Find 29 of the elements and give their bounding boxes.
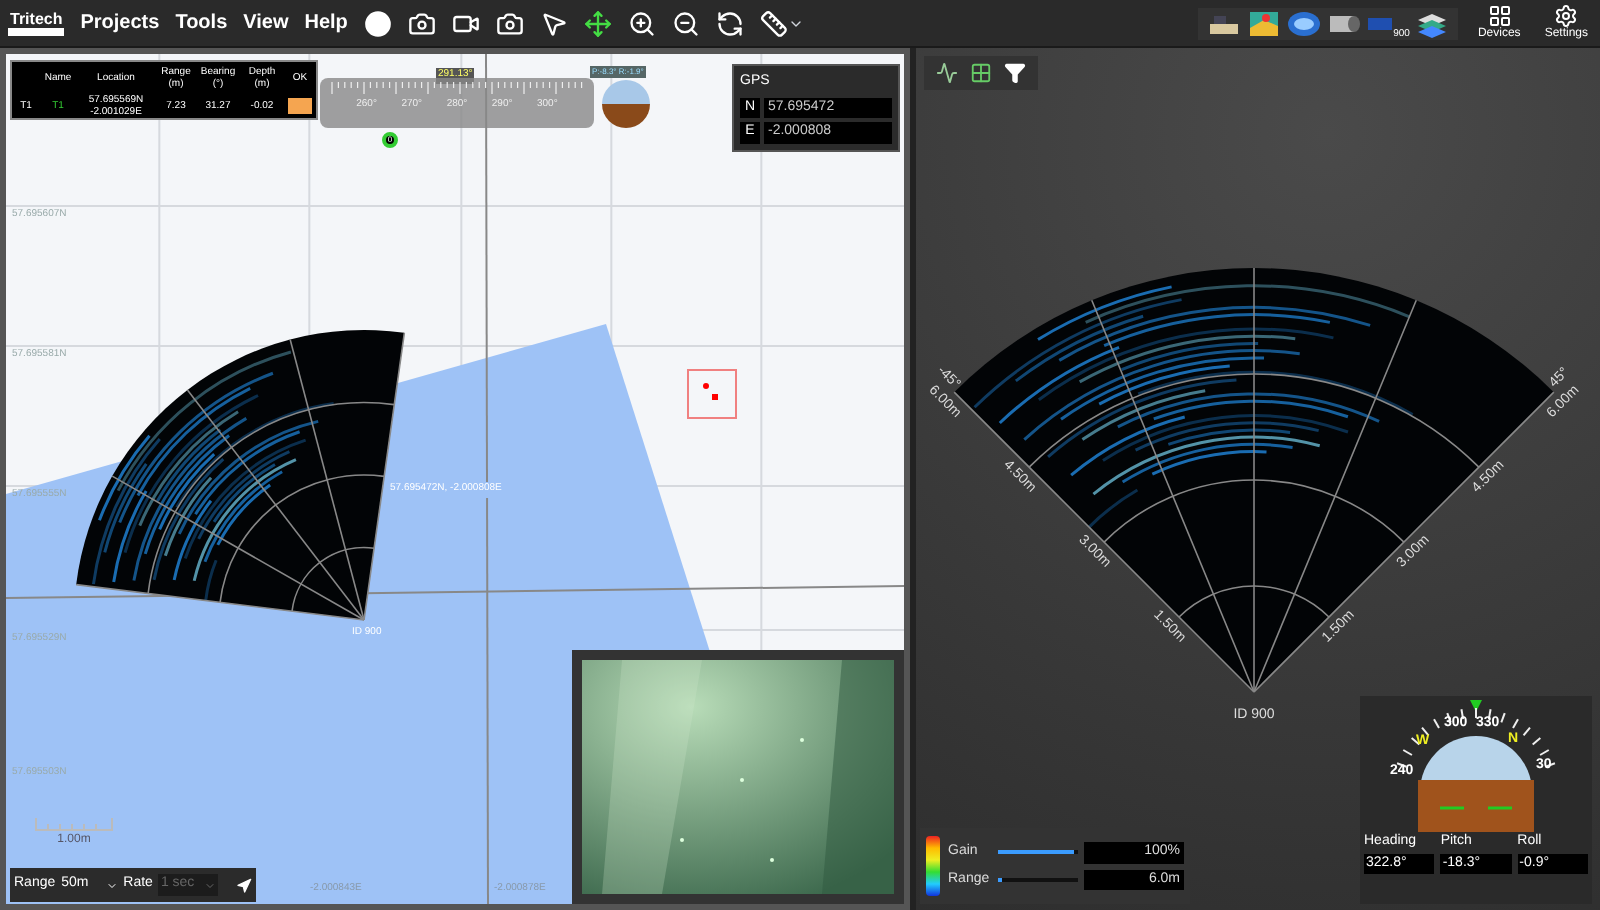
logo: Tritech [8, 11, 65, 35]
reset-view-icon[interactable] [715, 9, 744, 37]
zoom-in-icon[interactable] [627, 9, 656, 37]
menu-item[interactable]: Tools [175, 8, 228, 38]
grid-icon [1487, 4, 1512, 28]
menu-item[interactable]: View [243, 8, 289, 38]
pointer-icon[interactable] [539, 9, 568, 37]
pan-icon[interactable] [583, 9, 612, 37]
caret-icon [204, 879, 217, 891]
grid-icon[interactable] [970, 62, 992, 84]
record-icon[interactable] [363, 9, 392, 37]
settings-icon [1554, 4, 1579, 28]
ruler-icon[interactable] [759, 9, 788, 37]
slider[interactable] [998, 850, 1078, 855]
scale-bar-icon [34, 816, 114, 832]
attitude-ball-icon [600, 80, 652, 130]
waveform-icon[interactable] [936, 62, 958, 84]
map-icon[interactable] [1245, 7, 1282, 39]
zoom-out-icon[interactable] [671, 9, 700, 37]
slider[interactable] [998, 877, 1078, 882]
camera-icon[interactable] [407, 9, 436, 37]
caret-icon [105, 879, 118, 891]
target-marker[interactable] [687, 369, 737, 419]
north-arrow-icon[interactable] [236, 877, 253, 893]
filter-icon[interactable] [1004, 62, 1026, 84]
menu-item[interactable]: Projects [80, 8, 160, 38]
menu-item[interactable]: Help [304, 8, 348, 38]
snapshot-icon[interactable] [495, 9, 524, 37]
color-scale [926, 836, 940, 896]
